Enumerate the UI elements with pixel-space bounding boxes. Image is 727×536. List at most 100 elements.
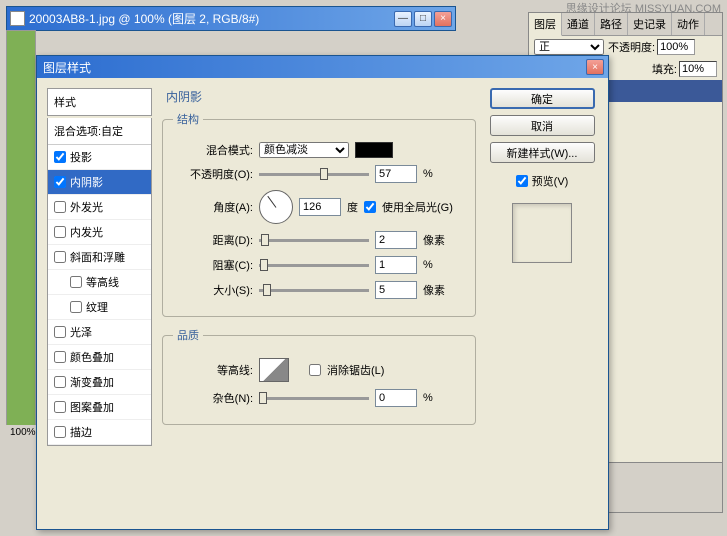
color-overlay-checkbox[interactable] (54, 351, 66, 363)
panel-title: 内阴影 (162, 88, 476, 105)
style-drop-shadow[interactable]: 投影 (48, 145, 151, 170)
blend-mode-row: 混合模式: 颜色减淡 (173, 142, 465, 158)
distance-unit: 像素 (423, 232, 445, 248)
fill-input[interactable] (679, 61, 717, 77)
quality-legend: 品质 (173, 327, 203, 343)
close-button[interactable]: × (434, 11, 452, 27)
palette-tabs: 图层 通道 路径 史记录 动作 (529, 13, 722, 36)
blend-mode-select[interactable]: 正 (534, 39, 604, 55)
style-satin[interactable]: 光泽 (48, 320, 151, 345)
noise-row: 杂色(N): % (173, 389, 465, 407)
opacity-row: 不透明度(O): % (173, 165, 465, 183)
zoom-indicator: 100% (6, 425, 40, 440)
document-title: 20003AB8-1.jpg @ 100% (图层 2, RGB/8#) (29, 10, 394, 27)
size-field[interactable] (375, 281, 417, 299)
opacity-field[interactable] (375, 165, 417, 183)
size-slider[interactable] (259, 289, 369, 292)
angle-unit: 度 (347, 199, 358, 215)
inner-shadow-checkbox[interactable] (54, 176, 66, 188)
stroke-checkbox[interactable] (54, 426, 66, 438)
choke-slider[interactable] (259, 264, 369, 267)
style-outer-glow[interactable]: 外发光 (48, 195, 151, 220)
quality-group: 品质 等高线: 消除锯齿(L) 杂色(N): % (162, 327, 476, 425)
document-titlebar: 20003AB8-1.jpg @ 100% (图层 2, RGB/8#) — □… (7, 7, 455, 30)
angle-dial[interactable] (259, 190, 293, 224)
opacity-slider[interactable] (259, 173, 369, 176)
inner-glow-checkbox[interactable] (54, 226, 66, 238)
opacity-input[interactable] (657, 39, 695, 55)
blend-mode-dropdown[interactable]: 颜色减淡 (259, 142, 349, 158)
styles-header[interactable]: 样式 (47, 88, 152, 116)
preview-checkbox[interactable] (516, 175, 528, 187)
drop-shadow-checkbox[interactable] (54, 151, 66, 163)
blending-options[interactable]: 混合选项:自定 (48, 118, 151, 145)
noise-label: 杂色(N): (173, 390, 253, 406)
tab-history[interactable]: 史记录 (628, 13, 672, 35)
shadow-color-swatch[interactable] (355, 142, 393, 158)
contour-label: 等高线: (173, 362, 253, 378)
noise-slider[interactable] (259, 397, 369, 400)
style-inner-shadow[interactable]: 内阴影 (48, 170, 151, 195)
outer-glow-checkbox[interactable] (54, 201, 66, 213)
maximize-button[interactable]: □ (414, 11, 432, 27)
pattern-overlay-checkbox[interactable] (54, 401, 66, 413)
opacity-unit: % (423, 168, 433, 180)
dialog-close-button[interactable]: × (586, 59, 604, 75)
structure-group: 结构 混合模式: 颜色减淡 不透明度(O): % 角度(A): 度 (162, 111, 476, 317)
distance-label: 距离(D): (173, 232, 253, 248)
size-label: 大小(S): (173, 282, 253, 298)
contour-row: 等高线: 消除锯齿(L) (173, 358, 465, 382)
noise-field[interactable] (375, 389, 417, 407)
style-bevel[interactable]: 斜面和浮雕 (48, 245, 151, 270)
style-inner-glow[interactable]: 内发光 (48, 220, 151, 245)
dialog-body: 样式 混合选项:自定 投影 内阴影 外发光 内发光 斜面和浮雕 等高线 纹理 光… (37, 78, 608, 529)
choke-field[interactable] (375, 256, 417, 274)
style-pattern-overlay[interactable]: 图案叠加 (48, 395, 151, 420)
distance-slider[interactable] (259, 239, 369, 242)
texture-sub-checkbox[interactable] (70, 301, 82, 313)
contour-sub-checkbox[interactable] (70, 276, 82, 288)
size-row: 大小(S): 像素 (173, 281, 465, 299)
satin-checkbox[interactable] (54, 326, 66, 338)
tab-paths[interactable]: 路径 (595, 13, 628, 35)
cancel-button[interactable]: 取消 (490, 115, 595, 136)
choke-row: 阻塞(C): % (173, 256, 465, 274)
minimize-button[interactable]: — (394, 11, 412, 27)
angle-field[interactable] (299, 198, 341, 216)
antialias-label: 消除锯齿(L) (327, 362, 384, 378)
dialog-title: 图层样式 (41, 59, 586, 76)
style-contour[interactable]: 等高线 (48, 270, 151, 295)
preview-checkbox-row: 预览(V) (516, 173, 569, 189)
opacity-label2: 不透明度(O): (173, 166, 253, 182)
ok-button[interactable]: 确定 (490, 88, 595, 109)
distance-field[interactable] (375, 231, 417, 249)
style-stroke[interactable]: 描边 (48, 420, 151, 445)
style-color-overlay[interactable]: 颜色叠加 (48, 345, 151, 370)
fill-label: 填充: (652, 61, 677, 77)
antialias-checkbox[interactable] (309, 364, 321, 376)
tab-channels[interactable]: 通道 (562, 13, 595, 35)
opacity-label: 不透明度: (608, 39, 655, 55)
angle-label: 角度(A): (173, 199, 253, 215)
style-texture[interactable]: 纹理 (48, 295, 151, 320)
styles-list: 混合选项:自定 投影 内阴影 外发光 内发光 斜面和浮雕 等高线 纹理 光泽 颜… (47, 118, 152, 446)
document-window: 20003AB8-1.jpg @ 100% (图层 2, RGB/8#) — □… (6, 6, 456, 31)
buttons-column: 确定 取消 新建样式(W)... 预览(V) (486, 88, 598, 519)
angle-row: 角度(A): 度 使用全局光(G) (173, 190, 465, 224)
choke-label: 阻塞(C): (173, 257, 253, 273)
new-style-button[interactable]: 新建样式(W)... (490, 142, 595, 163)
document-icon (10, 11, 25, 26)
tab-layers[interactable]: 图层 (529, 13, 562, 36)
settings-column: 内阴影 结构 混合模式: 颜色减淡 不透明度(O): % 角度(A): (162, 88, 476, 519)
bevel-checkbox[interactable] (54, 251, 66, 263)
global-light-checkbox[interactable] (364, 201, 376, 213)
size-unit: 像素 (423, 282, 445, 298)
tab-actions[interactable]: 动作 (672, 13, 705, 35)
window-buttons: — □ × (394, 11, 452, 27)
structure-legend: 结构 (173, 111, 203, 127)
contour-picker[interactable] (259, 358, 289, 382)
gradient-overlay-checkbox[interactable] (54, 376, 66, 388)
style-gradient-overlay[interactable]: 渐变叠加 (48, 370, 151, 395)
canvas[interactable] (6, 30, 36, 430)
blend-mode-label: 混合模式: (173, 142, 253, 158)
